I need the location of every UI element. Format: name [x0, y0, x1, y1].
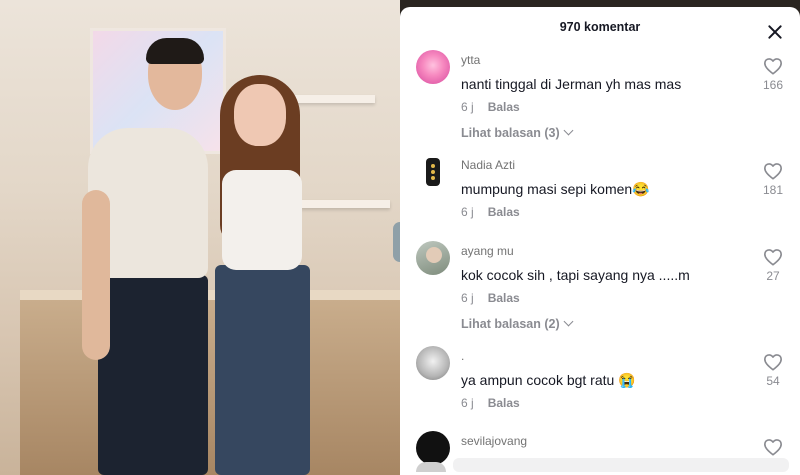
reply-button[interactable]: Balas [488, 205, 520, 219]
my-avatar [416, 462, 446, 472]
like-button[interactable]: 181 [758, 162, 788, 197]
view-replies-button[interactable]: Lihat balasan (2) [461, 316, 574, 331]
comment-username[interactable]: ytta [461, 53, 480, 67]
comment-text: ya ampun cocok bgt ratu 😭 [461, 372, 636, 388]
man-hair [146, 38, 204, 64]
like-button[interactable] [758, 438, 788, 456]
comment-text: mumpung masi sepi komen😂 [461, 181, 650, 197]
comment-username[interactable]: Nadia Azti [461, 158, 515, 172]
heart-icon [763, 249, 782, 266]
like-count: 54 [766, 374, 780, 388]
view-replies-button[interactable]: Lihat balasan (3) [461, 125, 574, 140]
comment-time: 6 j [461, 291, 474, 305]
comment-text: nanti tinggal di Jerman yh mas mas [461, 76, 682, 92]
avatar[interactable] [416, 50, 450, 84]
comment-meta: 6 j Balas [461, 396, 520, 410]
like-count: 27 [766, 269, 780, 283]
comment-count-title: 970 komentar [559, 20, 641, 34]
like-button[interactable]: 166 [758, 57, 788, 92]
comments-panel: 970 komentar ytta nanti tinggal di Jerma… [400, 7, 800, 475]
chevron-down-icon [563, 125, 574, 136]
like-count: 166 [762, 78, 784, 92]
avatar[interactable] [416, 346, 450, 380]
heart-icon [763, 58, 782, 75]
view-replies-label: Lihat balasan (2) [461, 317, 560, 331]
comment-meta: 6 j Balas [461, 291, 520, 305]
man-legs [98, 275, 208, 475]
like-button[interactable]: 27 [758, 248, 788, 283]
close-icon[interactable] [766, 23, 784, 41]
shelf [300, 200, 390, 208]
avatar[interactable] [416, 241, 450, 275]
chevron-down-icon [563, 316, 574, 327]
comment-text: kok cocok sih , tapi sayang nya .....m [461, 267, 690, 283]
woman-legs [215, 265, 310, 475]
comment-meta: 6 j Balas [461, 205, 520, 219]
heart-icon [763, 354, 782, 371]
comment-username[interactable]: . [461, 349, 464, 363]
like-button[interactable]: 54 [758, 353, 788, 388]
avatar-face [426, 247, 442, 263]
like-count: 181 [762, 183, 784, 197]
comment-time: 6 j [461, 205, 474, 219]
comment-time: 6 j [461, 396, 474, 410]
comment-time: 6 j [461, 100, 474, 114]
heart-icon [763, 439, 782, 456]
man-arm [82, 190, 110, 360]
phone-icon [426, 158, 440, 186]
reply-button[interactable]: Balas [488, 396, 520, 410]
avatar[interactable] [416, 155, 450, 189]
comment-meta: 6 j Balas [461, 100, 520, 114]
comment-username[interactable]: sevilajovang [461, 434, 527, 448]
avatar[interactable] [416, 431, 450, 465]
counter [20, 300, 400, 475]
reply-button[interactable]: Balas [488, 291, 520, 305]
side-avatar[interactable] [393, 222, 400, 262]
heart-icon [763, 163, 782, 180]
woman-head [234, 84, 286, 146]
comment-input[interactable] [453, 458, 789, 472]
comment-username[interactable]: ayang mu [461, 244, 514, 258]
reply-button[interactable]: Balas [488, 100, 520, 114]
view-replies-label: Lihat balasan (3) [461, 126, 560, 140]
woman-top [222, 170, 302, 270]
video-player[interactable] [0, 0, 400, 475]
